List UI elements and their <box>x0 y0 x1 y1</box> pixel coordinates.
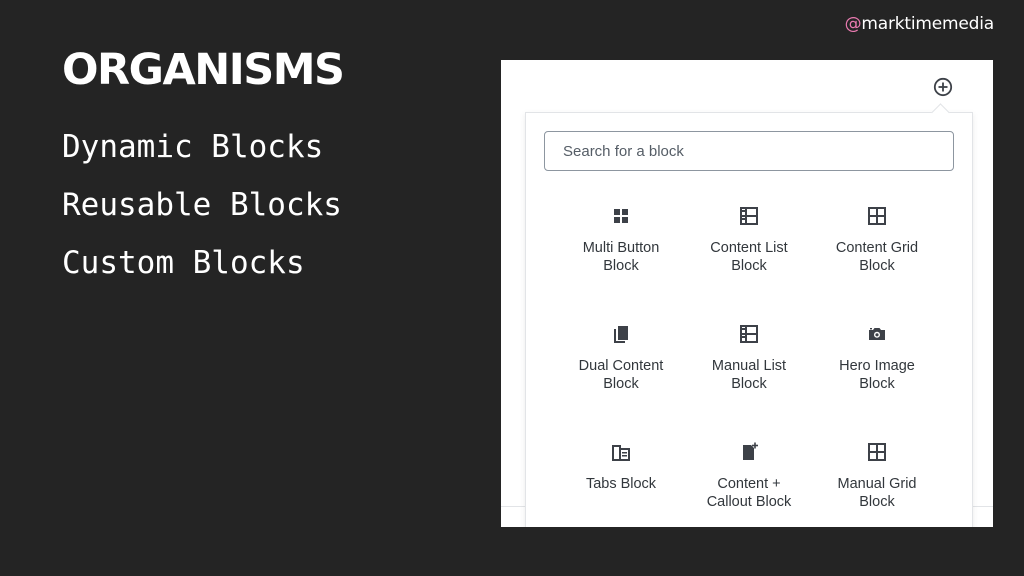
block-item-dual-content[interactable]: Dual Content Block <box>557 315 685 433</box>
handle-name: marktimemedia <box>861 14 994 34</box>
block-label: Content + Callout Block <box>706 476 792 510</box>
bullet-list: Dynamic Blocks Reusable Blocks Custom Bl… <box>62 118 342 292</box>
bullet-dynamic-blocks: Dynamic Blocks <box>62 129 324 165</box>
block-item-manual-list[interactable]: Manual List Block <box>685 315 813 433</box>
block-inserter-popover: Multi ButtonBlock Content ListBlock Cont… <box>525 103 973 527</box>
list-layout-icon <box>738 323 760 345</box>
block-item-content-grid[interactable]: Content Grid Block <box>813 197 941 315</box>
camera-icon <box>866 323 888 345</box>
handle-at-sign: @ <box>844 14 862 34</box>
grid-layout-icon <box>866 441 888 463</box>
block-label: Manual List Block <box>711 358 787 392</box>
stacked-pages-icon <box>610 323 632 345</box>
block-label: Hero Image Block <box>839 358 915 392</box>
block-item-content-list[interactable]: Content List Block <box>685 197 813 315</box>
grid-squares-icon <box>610 205 632 227</box>
grid-layout-icon <box>866 205 888 227</box>
block-label: Tabs Block <box>585 476 657 492</box>
twitter-handle: @marktimemedia <box>844 14 995 34</box>
block-item-content-callout[interactable]: Content + Callout Block <box>685 433 813 527</box>
block-label: Content Grid Block <box>835 240 919 274</box>
list-layout-icon <box>738 205 760 227</box>
bullet-reusable-blocks: Reusable Blocks <box>62 187 342 223</box>
block-item-manual-grid[interactable]: Manual Grid Block <box>813 433 941 527</box>
slide-title: ORGANISMS <box>62 45 345 95</box>
block-label: Content List Block <box>710 240 788 274</box>
popover-arrow <box>931 103 950 122</box>
block-item-hero-image[interactable]: Hero Image Block <box>813 315 941 433</box>
tabs-icon <box>610 441 632 463</box>
block-item-tabs[interactable]: Tabs Block <box>557 433 685 527</box>
bullet-custom-blocks: Custom Blocks <box>62 245 305 281</box>
block-item-multi-button[interactable]: Multi Button Block <box>557 197 685 315</box>
block-label: Manual Grid Block <box>837 476 917 510</box>
document-plus-icon <box>738 441 760 463</box>
block-label: Dual Content Block <box>578 358 664 392</box>
block-list: Multi Button Block Content List Block Cont… <box>557 197 941 527</box>
block-search-input[interactable] <box>544 131 954 171</box>
block-editor-screenshot: Multi ButtonBlock Content ListBlock Cont… <box>501 60 993 527</box>
plus-circle-icon[interactable] <box>933 77 953 97</box>
block-label: Multi Button Block <box>582 240 660 274</box>
